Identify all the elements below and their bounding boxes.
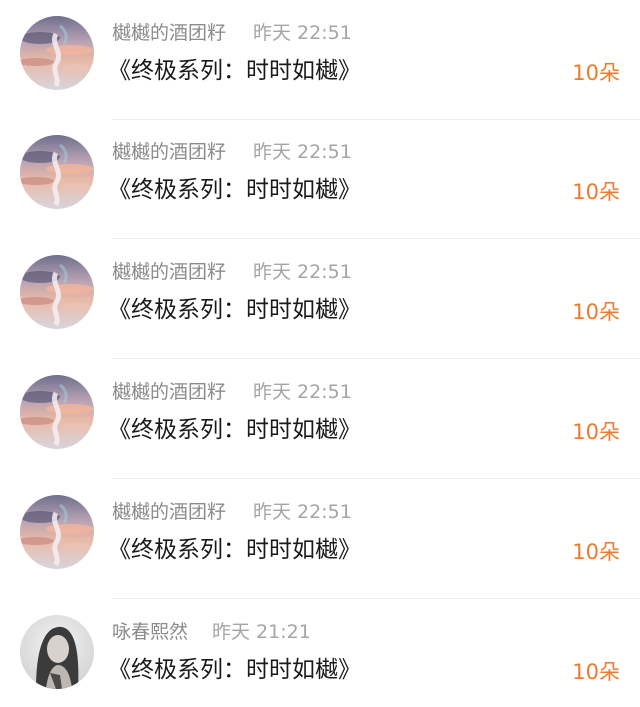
comment-title: 《终极系列：时时如樾》 [108, 297, 361, 323]
username[interactable]: 樾樾的酒团籽 [112, 499, 226, 525]
list-item[interactable]: 樾樾的酒团籽 昨天 22:51 《终极系列：时时如樾》 10朵 [0, 479, 640, 599]
list-item[interactable]: 樾樾的酒团籽 昨天 22:51 《终极系列：时时如樾》 10朵 [0, 359, 640, 479]
list-item[interactable]: 樾樾的酒团籽 昨天 22:51 《终极系列：时时如樾》 10朵 [0, 119, 640, 239]
timestamp: 昨天 22:51 [253, 501, 352, 523]
comment-title: 《终极系列：时时如樾》 [108, 58, 361, 84]
timestamp: 昨天 21:21 [212, 621, 311, 643]
sunset-sky-avatar-icon [20, 495, 94, 569]
comment-title: 《终极系列：时时如樾》 [108, 177, 361, 203]
comment-title: 《终极系列：时时如樾》 [108, 537, 361, 563]
gift-count: 10朵 [572, 660, 620, 684]
sunset-sky-avatar-icon [20, 135, 94, 209]
gift-count: 10朵 [572, 540, 620, 564]
username[interactable]: 樾樾的酒团籽 [112, 139, 226, 165]
grayscale-portrait-avatar-icon [20, 615, 94, 689]
gift-count: 10朵 [572, 180, 620, 204]
avatar[interactable] [20, 16, 94, 90]
avatar[interactable] [20, 375, 94, 449]
comment-title: 《终极系列：时时如樾》 [108, 657, 361, 683]
sunset-sky-avatar-icon [20, 375, 94, 449]
avatar[interactable] [20, 615, 94, 689]
timestamp: 昨天 22:51 [253, 261, 352, 283]
avatar[interactable] [20, 255, 94, 329]
list-item[interactable]: 樾樾的酒团籽 昨天 22:51 《终极系列：时时如樾》 10朵 [0, 0, 640, 120]
username[interactable]: 咏春熙然 [112, 619, 188, 645]
username[interactable]: 樾樾的酒团籽 [112, 259, 226, 285]
sunset-sky-avatar-icon [20, 16, 94, 90]
gift-count: 10朵 [572, 300, 620, 324]
timestamp: 昨天 22:51 [253, 22, 352, 44]
timestamp: 昨天 22:51 [253, 381, 352, 403]
gift-count: 10朵 [572, 420, 620, 444]
username[interactable]: 樾樾的酒团籽 [112, 379, 226, 405]
avatar[interactable] [20, 135, 94, 209]
gift-count: 10朵 [572, 61, 620, 85]
username[interactable]: 樾樾的酒团籽 [112, 20, 226, 46]
gift-comment-list: 樾樾的酒团籽 昨天 22:51 《终极系列：时时如樾》 10朵 樾樾的酒团籽 昨… [0, 0, 640, 707]
avatar[interactable] [20, 495, 94, 569]
sunset-sky-avatar-icon [20, 255, 94, 329]
comment-title: 《终极系列：时时如樾》 [108, 417, 361, 443]
timestamp: 昨天 22:51 [253, 141, 352, 163]
list-item[interactable]: 咏春熙然 昨天 21:21 《终极系列：时时如樾》 10朵 [0, 599, 640, 707]
list-item[interactable]: 樾樾的酒团籽 昨天 22:51 《终极系列：时时如樾》 10朵 [0, 239, 640, 359]
